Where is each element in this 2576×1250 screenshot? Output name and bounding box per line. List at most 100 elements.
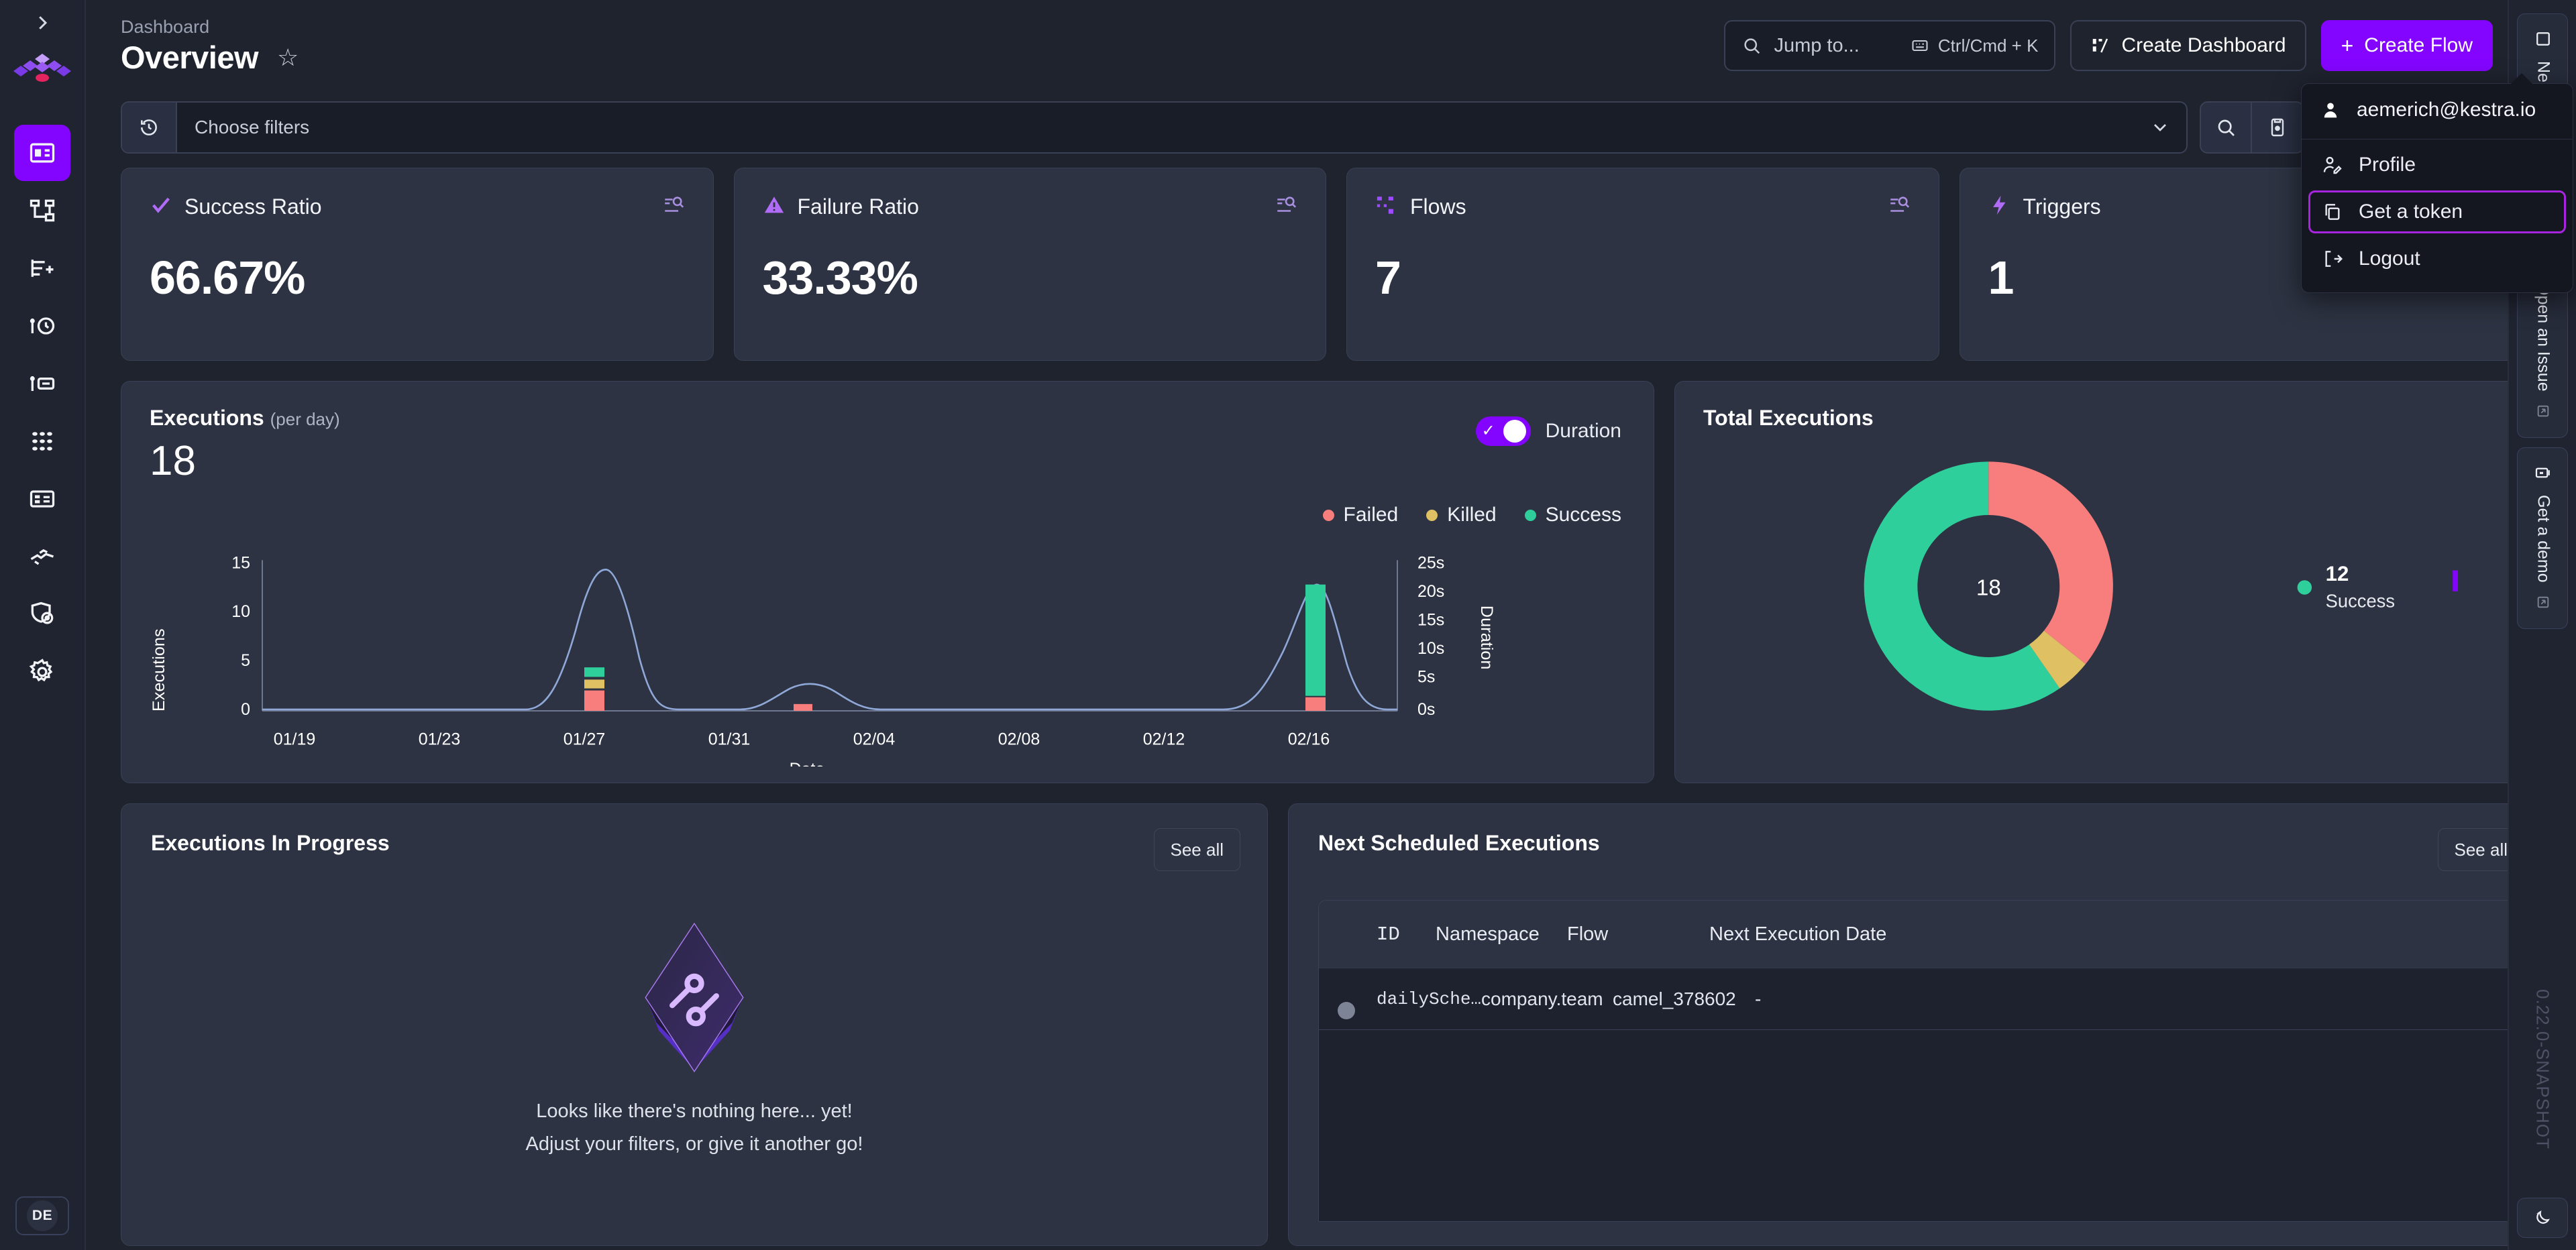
svg-text:01/31: 01/31 [708, 730, 751, 748]
bar-failed [1305, 697, 1326, 711]
sidebar-item-logs[interactable] [14, 355, 70, 412]
legend-dot [1426, 510, 1438, 521]
switch-knob [1503, 420, 1526, 443]
legend-item-killed[interactable]: Killed [1426, 504, 1496, 526]
see-all-label: See all [2455, 840, 2508, 860]
next-scheduled-title: Next Scheduled Executions [1318, 831, 2522, 856]
list-search-icon[interactable] [1888, 194, 1911, 220]
svg-text:20s: 20s [1417, 582, 1444, 601]
sidebar-item-executions[interactable] [14, 298, 70, 354]
warning-triangle-icon [763, 194, 786, 220]
gear-icon [28, 657, 57, 687]
dashboard-add-icon [2090, 36, 2110, 56]
kpi-card-failure-ratio[interactable]: Failure Ratio 33.33% [734, 168, 1327, 361]
bar-success [1305, 585, 1326, 696]
sidebar-collapse-toggle[interactable] [0, 0, 85, 46]
svg-text:25s: 25s [1417, 553, 1444, 572]
bar-failed [584, 691, 604, 711]
empty-message-line-2: Adjust your filters, or give it another … [526, 1133, 863, 1155]
menu-item-logout[interactable]: Logout [2308, 237, 2566, 280]
demo-icon [2533, 463, 2553, 483]
kpi-value: 66.67% [150, 251, 685, 304]
charts-row: Executions (per day) 18 ✓ Duration Faile… [121, 381, 2552, 783]
create-flow-button[interactable]: + Create Flow [2321, 20, 2493, 71]
next-scheduled-executions-card: Next Scheduled Executions See all ID Nam… [1288, 803, 2552, 1246]
svg-text:01/23: 01/23 [419, 730, 461, 748]
table-header-namespace: Namespace [1436, 923, 1567, 946]
app-version: 0.22.0-SNAPSHOT [2532, 989, 2553, 1149]
kpi-value: 7 [1375, 251, 1911, 304]
row-id: dailySche… [1377, 989, 1481, 1009]
see-all-in-progress-button[interactable]: See all [1154, 828, 1241, 871]
executions-clock-icon [28, 311, 57, 341]
chevron-down-icon[interactable] [2134, 117, 2186, 138]
sidebar-env-badge[interactable]: DE [15, 1196, 69, 1235]
executions-total-value: 18 [150, 437, 1625, 485]
executions-in-progress-card: Executions In Progress See all [121, 803, 1268, 1246]
main-area: Dashboard Overview ☆ Jump to... Ctrl/Cmd… [86, 0, 2576, 1250]
duration-switch[interactable]: ✓ [1476, 416, 1531, 446]
svg-text:0s: 0s [1417, 700, 1435, 719]
svg-text:02/08: 02/08 [998, 730, 1040, 748]
donut-legend-dot [2298, 580, 2312, 595]
topbar: Dashboard Overview ☆ Jump to... Ctrl/Cmd… [86, 0, 2576, 91]
theme-toggle-button[interactable] [2517, 1198, 2568, 1238]
sidebar-item-apps[interactable] [14, 413, 70, 469]
kestra-logo[interactable] [11, 51, 73, 94]
news-icon [2533, 29, 2553, 49]
save-icon [2267, 117, 2288, 138]
filter-save-button[interactable] [2252, 101, 2304, 154]
shield-icon [28, 600, 57, 629]
table-row[interactable]: dailySche… company.team camel_378602 - [1319, 968, 2521, 1029]
svg-text:0: 0 [241, 700, 250, 719]
moon-icon [2532, 1208, 2553, 1228]
search-icon [2215, 117, 2237, 138]
executions-chart-title: Executions (per day) [150, 406, 1625, 431]
sidebar-item-editor[interactable] [14, 240, 70, 296]
executions-plot: Executions 15 10 5 0 [150, 549, 1625, 766]
kpi-card-success-ratio[interactable]: Success Ratio 66.67% [121, 168, 714, 361]
legend-label: Failed [1344, 504, 1399, 526]
external-link-icon [2536, 595, 2551, 614]
create-dashboard-button[interactable]: Create Dashboard [2070, 20, 2306, 71]
filter-bar: Choose filters [86, 95, 2576, 160]
row-namespace: company.team [1481, 988, 1613, 1010]
legend-label: Killed [1447, 504, 1496, 526]
legend-item-success[interactable]: Success [1525, 504, 1621, 526]
sidebar-item-flows[interactable] [14, 182, 70, 239]
copy-icon [2321, 201, 2344, 223]
create-flow-label: Create Flow [2364, 34, 2473, 57]
filter-history-button[interactable] [122, 103, 177, 152]
dashboard-icon [28, 138, 57, 168]
list-search-icon[interactable] [1275, 194, 1297, 220]
legend-item-failed[interactable]: Failed [1323, 504, 1399, 526]
keyboard-icon [1911, 36, 1929, 55]
menu-item-get-a-token[interactable]: Get a token [2308, 190, 2566, 233]
row-flow: camel_378602 [1613, 988, 1755, 1010]
duration-toggle[interactable]: ✓ Duration [1476, 416, 1621, 446]
svg-text:02/12: 02/12 [1143, 730, 1185, 748]
create-dashboard-label: Create Dashboard [2121, 34, 2286, 57]
filter-search-button[interactable] [2200, 101, 2252, 154]
sidebar-item-plugins[interactable] [14, 528, 70, 585]
sidebar-item-namespaces[interactable] [14, 471, 70, 527]
filter-input-wrapper[interactable]: Choose filters [121, 101, 2188, 154]
sidebar-item-administration[interactable] [14, 586, 70, 642]
menu-item-profile[interactable]: Profile [2308, 144, 2566, 186]
table-empty-fill [1318, 1030, 2522, 1222]
sidebar-item-settings[interactable] [14, 644, 70, 700]
empty-message-line-1: Looks like there's nothing here... yet! [536, 1100, 852, 1123]
rail-group-demo: Get a demo [2517, 447, 2568, 629]
kpi-value: 33.33% [763, 251, 1298, 304]
sidebar-item-dashboard[interactable] [14, 125, 70, 181]
lightning-icon [1988, 194, 2011, 220]
x-axis-label: Date [790, 760, 825, 766]
star-outline-icon[interactable]: ☆ [277, 46, 299, 70]
chevron-right-icon [32, 13, 52, 33]
rail-item-get-a-demo[interactable]: Get a demo [2518, 448, 2569, 628]
menu-item-profile-label: Profile [2359, 154, 2416, 176]
search-input[interactable]: Jump to... Ctrl/Cmd + K [1724, 20, 2055, 71]
svg-text:5s: 5s [1417, 667, 1435, 686]
list-search-icon[interactable] [662, 194, 685, 220]
kpi-card-flows[interactable]: Flows 7 [1346, 168, 1939, 361]
